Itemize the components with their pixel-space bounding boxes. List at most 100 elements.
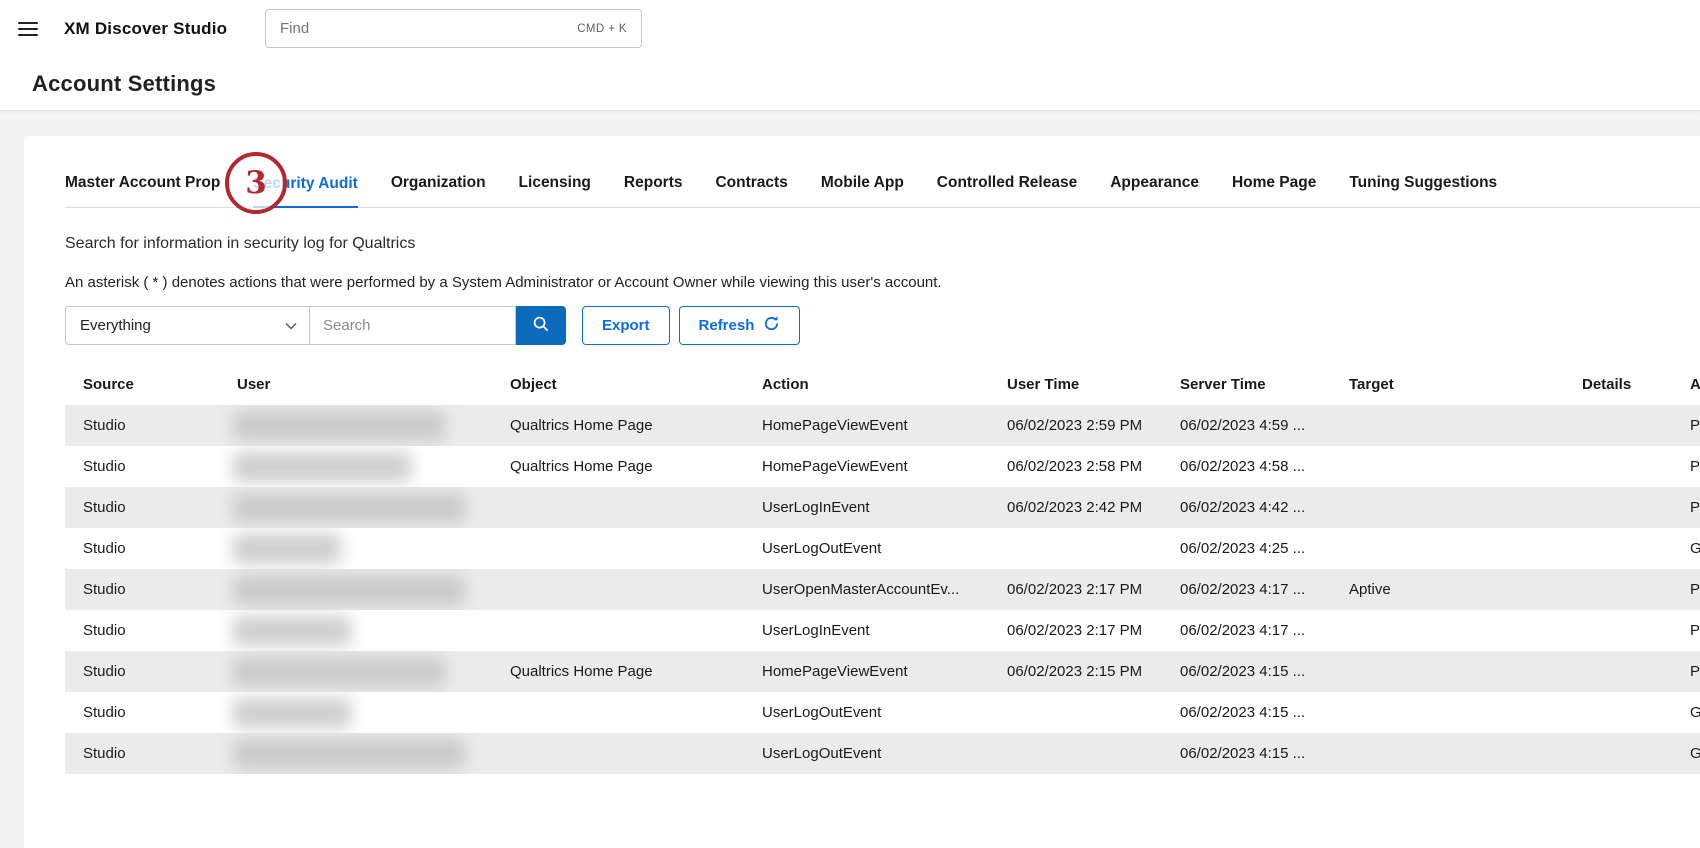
redacted-user (233, 616, 351, 646)
tab-contracts[interactable]: Contracts (715, 174, 787, 207)
cell-user-time: 06/02/2023 2:42 PM (989, 487, 1162, 528)
cell-server-time: 06/02/2023 4:15 ... (1162, 733, 1331, 774)
column-header-source: Source (65, 363, 219, 405)
search-controls: Everything Export Refresh (65, 306, 1700, 345)
tab-controlled-release[interactable]: Controlled Release (937, 174, 1077, 207)
export-button[interactable]: Export (582, 306, 670, 345)
table-row: Studio UserLogOutEvent 06/02/2023 4:25 ...… (65, 528, 1700, 569)
cell-object (492, 569, 744, 610)
find-placeholder: Find (280, 20, 309, 37)
column-header-ap: AP (1672, 363, 1700, 405)
cell-details (1564, 569, 1672, 610)
cell-action: UserLogOutEvent (744, 733, 989, 774)
cell-source: Studio (65, 446, 219, 487)
settings-card: Master Account PropSecurity AuditOrganiz… (24, 136, 1700, 848)
tab-appearance[interactable]: Appearance (1110, 174, 1199, 207)
filter-dropdown[interactable]: Everything (65, 306, 310, 345)
tab-reports[interactable]: Reports (624, 174, 683, 207)
cell-details (1564, 733, 1672, 774)
table-row: StudioUserLogInEvent06/02/2023 2:42 PM06… (65, 487, 1700, 528)
redacted-user (233, 575, 465, 605)
cell-target (1331, 651, 1564, 692)
cell-action: HomePageViewEvent (744, 651, 989, 692)
content-background: Master Account PropSecurity AuditOrganiz… (0, 111, 1700, 848)
cell-user (219, 610, 492, 651)
cell-source: Studio (65, 405, 219, 446)
cell-object: Qualtrics Home Page (492, 405, 744, 446)
tab-bar: Master Account PropSecurity AuditOrganiz… (65, 136, 1700, 208)
cell-source: Studio (65, 528, 219, 569)
cell-details (1564, 528, 1672, 569)
cell-object (492, 610, 744, 651)
tab-mobile-app[interactable]: Mobile App (821, 174, 904, 207)
column-header-user: User (219, 363, 492, 405)
cell-user-time: 06/02/2023 2:59 PM (989, 405, 1162, 446)
search-button[interactable] (516, 306, 566, 345)
cell-server-time: 06/02/2023 4:58 ... (1162, 446, 1331, 487)
refresh-icon (763, 315, 780, 336)
cell-details (1564, 692, 1672, 733)
cell-source: Studio (65, 487, 219, 528)
cell-action: UserLogOutEvent (744, 528, 989, 569)
cell-user-time (989, 692, 1162, 733)
table-row: Studio UserLogOutEvent 06/02/2023 4:15 ...… (65, 733, 1700, 774)
cell-server-time: 06/02/2023 4:17 ... (1162, 610, 1331, 651)
search-icon (532, 315, 550, 336)
cell-server-time: 06/02/2023 4:25 ... (1162, 528, 1331, 569)
chevron-down-icon (285, 317, 297, 334)
keyboard-shortcut-hint: CMD + K (577, 23, 627, 35)
cell-user-time: 06/02/2023 2:17 PM (989, 569, 1162, 610)
cell-object: Qualtrics Home Page (492, 446, 744, 487)
column-header-action: Action (744, 363, 989, 405)
redacted-user (233, 534, 341, 564)
cell-action: UserLogInEvent (744, 487, 989, 528)
search-input[interactable] (310, 306, 516, 345)
cell-user-time (989, 528, 1162, 569)
cell-api: P (1672, 569, 1700, 610)
cell-user-time: 06/02/2023 2:15 PM (989, 651, 1162, 692)
tab-licensing[interactable]: Licensing (519, 174, 591, 207)
column-header-details: Details (1564, 363, 1672, 405)
cell-user (219, 692, 492, 733)
cell-details (1564, 610, 1672, 651)
table-row: StudioUserLogInEvent06/02/2023 2:17 PM06… (65, 610, 1700, 651)
cell-api: P (1672, 610, 1700, 651)
table-row: Studio Qualtrics Home PageHomePageViewEve… (65, 405, 1700, 446)
cell-api: P (1672, 446, 1700, 487)
table-row: StudioQualtrics Home PageHomePageViewEve… (65, 651, 1700, 692)
cell-source: Studio (65, 733, 219, 774)
cell-object (492, 692, 744, 733)
find-input[interactable]: Find CMD + K (265, 9, 642, 48)
cell-user (219, 446, 492, 487)
cell-api: G (1672, 528, 1700, 569)
cell-source: Studio (65, 651, 219, 692)
top-bar: XM Discover Studio Find CMD + K (0, 0, 1700, 57)
cell-api: G (1672, 733, 1700, 774)
cell-api: P (1672, 487, 1700, 528)
redacted-user (233, 698, 351, 728)
cell-target: Aptive (1331, 569, 1564, 610)
section-heading: Search for information in security log f… (65, 235, 1700, 253)
table-row: StudioUserLogOutEvent06/02/2023 4:15 ...… (65, 692, 1700, 733)
menu-icon[interactable] (18, 18, 38, 40)
table-row: StudioQualtrics Home PageHomePageViewEve… (65, 446, 1700, 487)
security-log-table: SourceUserObjectActionUser TimeServer Ti… (65, 363, 1700, 774)
tab-home-page[interactable]: Home Page (1232, 174, 1316, 207)
tab-organization[interactable]: Organization (391, 174, 486, 207)
cell-target (1331, 692, 1564, 733)
cell-details (1564, 405, 1672, 446)
cell-action: HomePageViewEvent (744, 405, 989, 446)
cell-user (219, 405, 492, 446)
cell-details (1564, 487, 1672, 528)
redacted-user (233, 657, 445, 687)
tab-master-account-prop[interactable]: Master Account Prop (65, 174, 220, 207)
cell-target (1331, 405, 1564, 446)
tab-tuning-suggestions[interactable]: Tuning Suggestions (1349, 174, 1497, 207)
cell-object (492, 487, 744, 528)
cell-user-time: 06/02/2023 2:58 PM (989, 446, 1162, 487)
table-header-row: SourceUserObjectActionUser TimeServer Ti… (65, 363, 1700, 405)
cell-action: UserLogOutEvent (744, 692, 989, 733)
cell-details (1564, 446, 1672, 487)
cell-api: P (1672, 651, 1700, 692)
refresh-button[interactable]: Refresh (679, 306, 801, 345)
